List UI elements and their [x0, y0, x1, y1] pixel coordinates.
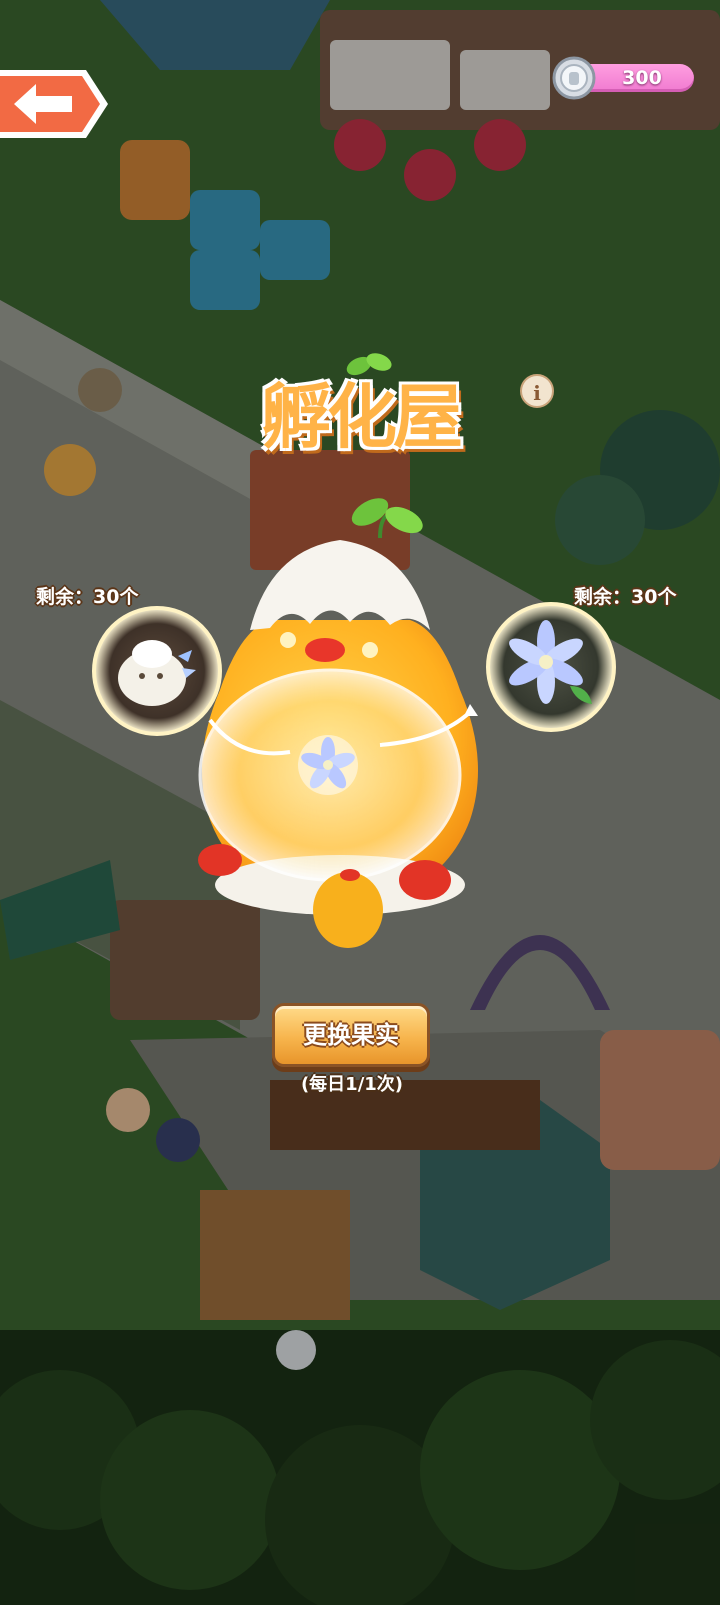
leaf-sprout-icon: [346, 353, 392, 376]
silver-coin-icon: [552, 56, 596, 100]
back-button[interactable]: [0, 64, 112, 144]
back-arrow-icon: [0, 70, 108, 138]
hatch-house-title: 孵化屋: [215, 353, 515, 482]
center-flower-icon: [298, 735, 358, 795]
currency-value: 300: [622, 67, 662, 89]
currency-counter: 300: [552, 56, 698, 100]
change-fruit-label: 更换果实: [303, 1021, 399, 1049]
change-fruit-button[interactable]: 更换果实: [272, 1003, 430, 1067]
info-icon[interactable]: i: [520, 374, 554, 408]
daily-limit-text: (每日1/1次): [300, 1074, 404, 1095]
hatching-egg-machine: [198, 498, 478, 948]
